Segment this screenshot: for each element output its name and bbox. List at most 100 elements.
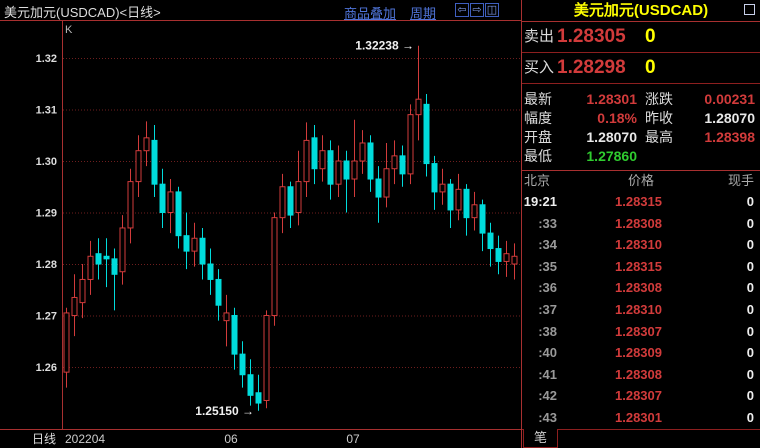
tick-time: :34 — [522, 234, 557, 256]
svg-text:1.29: 1.29 — [36, 208, 57, 220]
svg-text:07: 07 — [346, 432, 360, 446]
restore-window-icon[interactable] — [744, 4, 755, 15]
tick-volume: 0 — [747, 256, 754, 278]
tick-row[interactable]: :38 1.28307 0 — [522, 321, 760, 343]
tick-volume: 0 — [747, 299, 754, 321]
tick-row[interactable]: :35 1.28315 0 — [522, 256, 760, 278]
low-label: 最低 — [524, 147, 552, 166]
tick-row[interactable]: :42 1.28307 0 — [522, 385, 760, 407]
tick-price: 1.28315 — [615, 191, 662, 213]
price-chart: 1.32 1.31 1.30 1.29 1.28 1.27 1.26 202204 06 07 日线… — [0, 21, 521, 448]
svg-text:1.31: 1.31 — [36, 105, 57, 117]
buy-label: 买入 — [524, 53, 554, 83]
tick-volume: 0 — [747, 385, 754, 407]
latest-label: 最新 — [524, 90, 552, 109]
open-value: 1.28070 — [586, 128, 637, 147]
tick-price: 1.28308 — [615, 364, 662, 386]
buy-quote-row: 买入 1.28298 0 — [522, 53, 760, 84]
svg-text:1.28: 1.28 — [36, 259, 57, 271]
tick-volume: 0 — [747, 321, 754, 343]
price-column-header: 价格 — [522, 171, 760, 191]
tick-time: :33 — [522, 213, 557, 235]
volume-column-header: 现手 — [728, 171, 754, 191]
tick-price: 1.28310 — [615, 234, 662, 256]
change-label: 涨跌 — [645, 90, 673, 109]
svg-text:1.30: 1.30 — [36, 156, 57, 168]
tick-row[interactable]: :40 1.28309 0 — [522, 342, 760, 364]
tick-time: :43 — [522, 407, 557, 429]
candlesticks — [64, 46, 517, 411]
top-toolbar: 美元加元(USDCAD)<日线> 商品叠加 周期 ⇦ ⇨ ◫ — [0, 0, 521, 21]
tick-time: :38 — [522, 321, 557, 343]
tick-row[interactable]: :361.283080 — [522, 277, 760, 299]
latest-value: 1.28301 — [586, 90, 637, 109]
tick-volume: 0 — [747, 342, 754, 364]
axis-labels: 1.32 1.31 1.30 1.29 1.28 1.27 1.26 202204 06 07 日线… — [32, 24, 360, 446]
svg-text:06: 06 — [224, 432, 238, 446]
change-value: 0.00231 — [704, 90, 755, 109]
svg-text:1.26: 1.26 — [36, 362, 57, 374]
sell-label: 卖出 — [524, 22, 554, 52]
tick-row[interactable]: :411.283080 — [522, 364, 760, 386]
high-label: 最高 — [645, 128, 673, 147]
low-value: 1.27860 — [586, 147, 637, 166]
tick-row[interactable]: :37 1.28310 0 — [522, 299, 760, 321]
tick-row[interactable]: 19:21 1.28315 0 — [522, 191, 760, 213]
prev-close-value: 1.28070 — [704, 109, 755, 128]
tick-price: 1.28310 — [615, 299, 662, 321]
sell-quote-row: 卖出 1.28305 0 — [522, 22, 760, 53]
svg-text:202204: 202204 — [65, 432, 105, 446]
arrow-left-icon[interactable]: ⇦ — [455, 3, 469, 17]
tick-time: :40 — [522, 342, 557, 364]
tick-volume: 0 — [747, 407, 754, 429]
svg-text:1.27: 1.27 — [36, 311, 57, 323]
quote-symbol-title: 美元加元(USDCAD) — [574, 2, 708, 19]
chart-window-title: 美元加元(USDCAD)<日线> — [4, 2, 161, 21]
svg-text:1.32238 →: 1.32238 → — [355, 39, 414, 53]
prev-close-label: 昨收 — [645, 109, 673, 128]
tick-price: 1.28315 — [615, 256, 662, 278]
range-label: 幅度 — [524, 109, 552, 128]
svg-text:K: K — [65, 24, 73, 36]
tick-table: 19:21 1.28315 0 :33 1.28308 0 :34 1.28310 0 :35 1.… — [522, 191, 760, 429]
axes — [0, 21, 521, 430]
overlay-compare-link[interactable]: 商品叠加 — [344, 3, 396, 22]
tick-row[interactable]: :431.283010 — [522, 407, 760, 429]
svg-text:1.25150 →: 1.25150 → — [195, 404, 254, 418]
open-label: 开盘 — [524, 128, 552, 147]
tick-volume: 0 — [747, 191, 754, 213]
quote-panel: 美元加元(USDCAD) 卖出 1.28305 0 买入 1.28298 0 最… — [521, 0, 760, 448]
buy-price: 1.28298 — [557, 53, 626, 83]
tick-time: :35 — [522, 256, 557, 278]
tick-price: 1.28307 — [615, 385, 662, 407]
tick-time: :37 — [522, 299, 557, 321]
tick-volume: 0 — [747, 234, 754, 256]
stats-block: 最新 1.28301 涨跌 0.00231 幅度 0.18% 昨收 1.2807… — [522, 84, 760, 171]
high-value: 1.28398 — [704, 128, 755, 147]
quote-panel-header: 美元加元(USDCAD) — [522, 0, 760, 22]
range-value: 0.18% — [597, 109, 637, 128]
svg-text:日线: 日线 — [32, 432, 56, 446]
tick-volume: 0 — [747, 213, 754, 235]
sell-size: 0 — [645, 22, 656, 52]
svg-text:1.32: 1.32 — [36, 53, 57, 65]
arrow-right-icon[interactable]: ⇨ — [470, 3, 484, 17]
tick-time: 19:21 — [522, 191, 557, 213]
tick-time: :42 — [522, 385, 557, 407]
tab-transactions[interactable]: 笔 — [523, 429, 558, 448]
tick-price: 1.28309 — [615, 342, 662, 364]
tick-time: :36 — [522, 277, 557, 299]
tick-row[interactable]: :33 1.28308 0 — [522, 213, 760, 235]
split-window-icon[interactable]: ◫ — [485, 3, 499, 17]
tick-volume: 0 — [747, 364, 754, 386]
panel-footer: 笔 — [522, 429, 760, 448]
annotations: 1.32238 → 1.25150 → — [195, 39, 414, 418]
buy-size: 0 — [645, 53, 656, 83]
tick-row[interactable]: :34 1.28310 0 — [522, 234, 760, 256]
tick-table-header: 北京 价格 现手 — [522, 171, 760, 191]
sell-price: 1.28305 — [557, 22, 626, 52]
tick-price: 1.28308 — [615, 277, 662, 299]
tick-price: 1.28308 — [615, 213, 662, 235]
period-link[interactable]: 周期 — [410, 3, 436, 22]
tick-price: 1.28307 — [615, 321, 662, 343]
